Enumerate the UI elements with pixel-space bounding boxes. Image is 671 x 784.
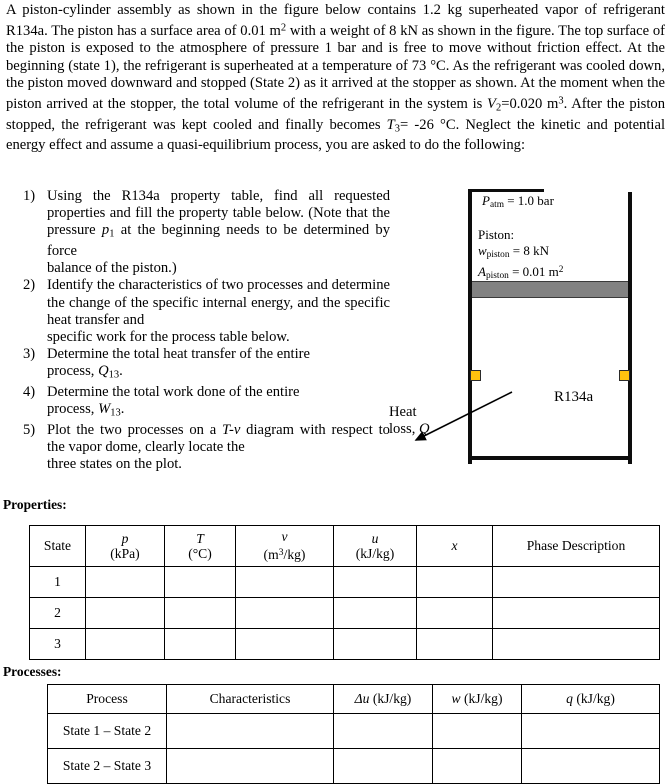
- cell-pressure[interactable]: [85, 597, 165, 629]
- stopper-right: [619, 370, 630, 381]
- properties-header-row: State p (kPa) T (°C) v (m3/kg) u (kJ/kg)…: [29, 525, 660, 567]
- cell-state: 1: [29, 566, 86, 598]
- task-item-4: 4) Determine the total work done of the …: [18, 384, 390, 422]
- cell-specific-volume[interactable]: [235, 597, 334, 629]
- cell-process: State 2 – State 3: [47, 748, 167, 784]
- header-internal-energy: u (kJ/kg): [333, 525, 417, 567]
- table-row: State 1 – State 2: [47, 713, 660, 749]
- processes-header-row: Process Characteristics Δu (kJ/kg) w (kJ…: [47, 684, 660, 714]
- cell-internal-energy[interactable]: [333, 566, 417, 598]
- cell-internal-energy[interactable]: [333, 597, 417, 629]
- cell-delta-u[interactable]: [333, 713, 433, 749]
- header-state: State: [29, 525, 86, 567]
- header-phase-description: Phase Description: [492, 525, 660, 567]
- task-list: 1) Using the R134a property table, find …: [18, 188, 390, 473]
- problem-line: A piston-cylinder assembly as shown in t…: [6, 2, 666, 154]
- task-number: 5): [23, 421, 36, 438]
- cell-internal-energy[interactable]: [333, 628, 417, 660]
- task-item-3: 3) Determine the total heat transfer of …: [18, 346, 390, 384]
- task-item-2: 2) Identify the characteristics of two p…: [23, 277, 390, 345]
- header-quality: x: [416, 525, 493, 567]
- cell-specific-volume[interactable]: [235, 628, 334, 660]
- table-row: 3: [29, 628, 660, 660]
- unit-specific-volume: (m3/kg): [263, 546, 306, 563]
- table-row: State 2 – State 3: [47, 748, 660, 784]
- cell-pressure[interactable]: [85, 566, 165, 598]
- task-number: 3): [23, 346, 36, 363]
- processes-table: Process Characteristics Δu (kJ/kg) w (kJ…: [47, 684, 660, 784]
- cell-phase-description[interactable]: [492, 566, 660, 598]
- task-item-5-lastline: three states on the plot.: [47, 455, 182, 472]
- task-number: 4): [23, 383, 36, 400]
- task-item-1-lastline: balance of the piston.): [47, 260, 177, 277]
- cell-quality[interactable]: [416, 597, 493, 629]
- task-item-4-lastline: process, W13.: [47, 401, 125, 419]
- properties-caption: Properties:: [3, 497, 67, 512]
- cell-specific-volume[interactable]: [235, 566, 334, 598]
- task-number: 2): [23, 277, 36, 294]
- cell-quality[interactable]: [416, 566, 493, 598]
- header-delta-u: Δu (kJ/kg): [333, 684, 433, 714]
- cell-characteristics[interactable]: [166, 713, 334, 749]
- cell-work[interactable]: [432, 748, 522, 784]
- heat-loss-arrow-icon: [414, 391, 513, 441]
- table-row: 1: [29, 566, 660, 598]
- header-temperature: T (°C): [164, 525, 236, 567]
- cell-state: 2: [29, 597, 86, 629]
- cell-temperature[interactable]: [164, 628, 236, 660]
- task-item-2-lastline: specific work for the process table belo…: [47, 328, 290, 345]
- piston-properties-label: Piston: wpiston = 8 kN Apiston = 0.01 m2: [478, 227, 564, 282]
- processes-caption: Processes:: [3, 664, 62, 679]
- task-item-5: 5) Plot the two processes on a T-v diagr…: [23, 421, 390, 472]
- cell-temperature[interactable]: [164, 566, 236, 598]
- piston-cylinder-figure: Patm = 1.0 bar Piston: wpiston = 8 kN Ap…: [414, 186, 638, 464]
- cell-quality[interactable]: [416, 628, 493, 660]
- refrigerant-label: R134a: [554, 389, 594, 405]
- cell-temperature[interactable]: [164, 597, 236, 629]
- header-characteristics: Characteristics: [166, 684, 334, 714]
- cell-state: 3: [29, 628, 86, 660]
- header-specific-volume: v (m3/kg): [235, 525, 334, 567]
- cell-heat[interactable]: [521, 748, 660, 784]
- cylinder-top-stub: [468, 189, 544, 192]
- cylinder-right-wall: [628, 192, 632, 464]
- cell-pressure[interactable]: [85, 628, 165, 660]
- cell-phase-description[interactable]: [492, 597, 660, 629]
- atmospheric-pressure-label: Patm = 1.0 bar: [482, 193, 554, 211]
- cell-delta-u[interactable]: [333, 748, 433, 784]
- cell-phase-description[interactable]: [492, 628, 660, 660]
- cell-process: State 1 – State 2: [47, 713, 167, 749]
- cell-characteristics[interactable]: [166, 748, 334, 784]
- cell-work[interactable]: [432, 713, 522, 749]
- header-work: w (kJ/kg): [432, 684, 522, 714]
- cylinder-bottom-wall: [468, 456, 632, 460]
- task-item-1: 1) Using the R134a property table, find …: [23, 188, 390, 277]
- piston-heading: Piston:: [478, 227, 515, 242]
- stopper-left: [470, 370, 481, 381]
- header-heat: q (kJ/kg): [521, 684, 660, 714]
- header-pressure: p (kPa): [85, 525, 165, 567]
- task-item-3-lastline: process, Q13.: [47, 363, 123, 381]
- problem-statement: A piston-cylinder assembly as shown in t…: [6, 2, 665, 155]
- task-number: 1): [23, 188, 36, 204]
- table-row: 2: [29, 597, 660, 629]
- properties-table: State p (kPa) T (°C) v (m3/kg) u (kJ/kg)…: [29, 525, 660, 660]
- cell-heat[interactable]: [521, 713, 660, 749]
- header-process: Process: [47, 684, 167, 714]
